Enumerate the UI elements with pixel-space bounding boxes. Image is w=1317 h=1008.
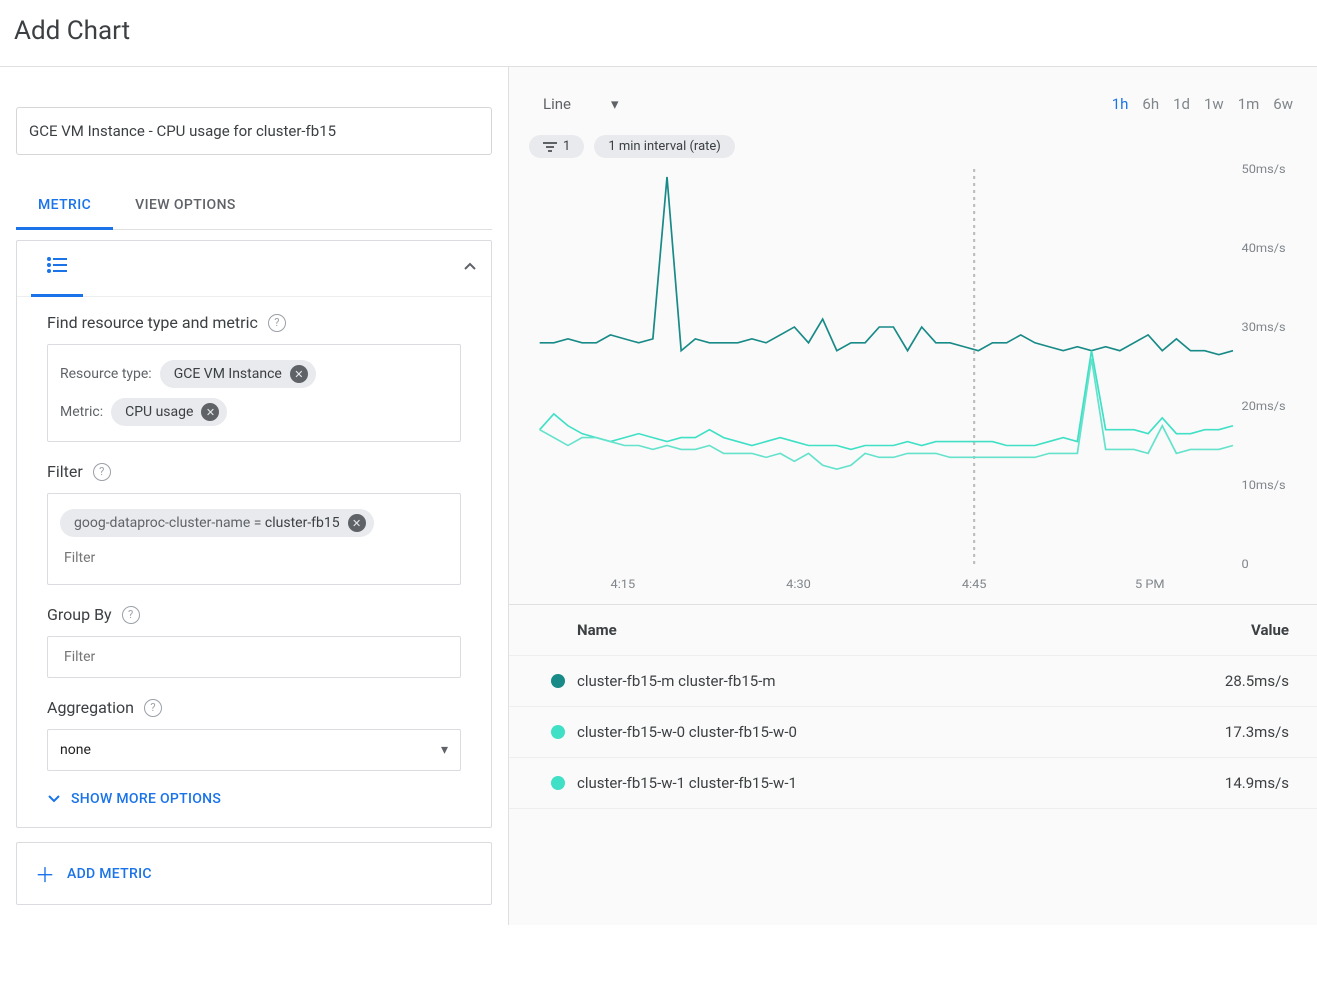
groupby-input[interactable]: [60, 641, 448, 673]
svg-text:20ms/s: 20ms/s: [1242, 399, 1286, 414]
legend-row-name: cluster-fb15-m cluster-fb15-m: [577, 672, 1179, 690]
legend-row-value: 14.9ms/s: [1179, 774, 1289, 792]
filter-chip-value: cluster-fb15: [265, 515, 340, 531]
help-icon[interactable]: ?: [144, 699, 162, 717]
legend-color-dot: [551, 725, 565, 739]
svg-text:4:30: 4:30: [786, 577, 811, 592]
help-icon[interactable]: ?: [93, 463, 111, 481]
show-more-options-button[interactable]: SHOW MORE OPTIONS: [47, 791, 461, 807]
svg-text:10ms/s: 10ms/s: [1242, 478, 1286, 493]
add-metric-button[interactable]: ＋ ADD METRIC: [16, 842, 492, 905]
legend-row[interactable]: cluster-fb15-w-0 cluster-fb15-w-0 17.3ms…: [509, 707, 1317, 758]
add-metric-label: ADD METRIC: [67, 866, 152, 882]
time-range-1h[interactable]: 1h: [1112, 95, 1129, 113]
collapse-card-button[interactable]: [463, 260, 477, 278]
svg-text:4:45: 4:45: [962, 577, 987, 592]
filter-title: Filter: [47, 462, 83, 481]
chart-type-select[interactable]: Line ▾: [533, 89, 629, 119]
find-resource-title: Find resource type and metric: [47, 313, 258, 332]
dropdown-arrow-icon: ▾: [441, 742, 448, 758]
time-range-picker: 1h 6h 1d 1w 1m 6w: [1112, 95, 1293, 113]
config-tabs: METRIC VIEW OPTIONS: [16, 183, 492, 230]
filter-count-value: 1: [563, 139, 570, 154]
chart-type-value: Line: [543, 95, 571, 113]
metric-label: Metric:: [60, 404, 103, 420]
chart-title-input[interactable]: [16, 107, 492, 155]
chip-remove-icon[interactable]: ✕: [290, 365, 308, 383]
list-icon: [47, 257, 67, 277]
svg-text:0: 0: [1242, 557, 1249, 572]
legend-row-value: 17.3ms/s: [1179, 723, 1289, 741]
resource-type-label: Resource type:: [60, 366, 152, 382]
legend-row[interactable]: cluster-fb15-m cluster-fb15-m 28.5ms/s: [509, 656, 1317, 707]
filter-input[interactable]: [60, 542, 448, 574]
metric-list-icon-tab[interactable]: [31, 241, 83, 297]
time-range-1m[interactable]: 1m: [1238, 95, 1260, 113]
svg-text:50ms/s: 50ms/s: [1242, 164, 1286, 177]
chevron-up-icon: [463, 260, 477, 274]
svg-text:30ms/s: 30ms/s: [1242, 320, 1286, 335]
aggregation-value: none: [60, 742, 91, 758]
dropdown-arrow-icon: ▾: [611, 95, 619, 113]
time-range-1w[interactable]: 1w: [1204, 95, 1224, 113]
svg-text:40ms/s: 40ms/s: [1242, 241, 1286, 256]
interval-pill[interactable]: 1 min interval (rate): [594, 135, 735, 158]
svg-text:4:15: 4:15: [611, 577, 636, 592]
legend-value-header: Value: [1179, 621, 1289, 639]
legend-row[interactable]: cluster-fb15-w-1 cluster-fb15-w-1 14.9ms…: [509, 758, 1317, 809]
groupby-title: Group By: [47, 605, 112, 624]
svg-text:5 PM: 5 PM: [1135, 577, 1165, 592]
chevron-down-icon: [47, 792, 61, 806]
help-icon[interactable]: ?: [122, 606, 140, 624]
legend-color-dot: [551, 674, 565, 688]
chip-label: GCE VM Instance: [174, 366, 282, 382]
time-range-6w[interactable]: 6w: [1273, 95, 1293, 113]
chip-remove-icon[interactable]: ✕: [348, 514, 366, 532]
aggregation-title: Aggregation: [47, 698, 134, 717]
legend-row-name: cluster-fb15-w-1 cluster-fb15-w-1: [577, 774, 1179, 792]
time-range-6h[interactable]: 6h: [1142, 95, 1159, 113]
legend-row-name: cluster-fb15-w-0 cluster-fb15-w-0: [577, 723, 1179, 741]
legend-table: Name Value cluster-fb15-m cluster-fb15-m…: [509, 604, 1317, 809]
page-title: Add Chart: [0, 0, 1317, 66]
show-more-label: SHOW MORE OPTIONS: [71, 791, 221, 807]
chip-label: CPU usage: [125, 404, 193, 420]
chart-canvas[interactable]: 0 10ms/s 20ms/s 30ms/s 40ms/s 50ms/s 4:15 4:30 4…: [529, 164, 1297, 594]
help-icon[interactable]: ?: [268, 314, 286, 332]
filter-count-pill[interactable]: 1: [529, 135, 584, 158]
plus-icon: ＋: [35, 859, 55, 888]
interval-label: 1 min interval (rate): [608, 139, 721, 154]
filter-chip-key: goog-dataproc-cluster-name =: [74, 515, 265, 531]
metric-chip[interactable]: CPU usage ✕: [111, 398, 227, 426]
time-range-1d[interactable]: 1d: [1173, 95, 1190, 113]
legend-color-dot: [551, 776, 565, 790]
filter-chip[interactable]: goog-dataproc-cluster-name = cluster-fb1…: [60, 509, 374, 537]
chip-remove-icon[interactable]: ✕: [201, 403, 219, 421]
legend-row-value: 28.5ms/s: [1179, 672, 1289, 690]
filter-icon: [543, 141, 557, 153]
metric-card: Find resource type and metric ? Resource…: [16, 240, 492, 828]
tab-metric[interactable]: METRIC: [16, 183, 113, 230]
aggregation-select[interactable]: none ▾: [47, 729, 461, 771]
resource-type-chip[interactable]: GCE VM Instance ✕: [160, 360, 316, 388]
legend-name-header: Name: [577, 621, 1179, 639]
tab-view-options[interactable]: VIEW OPTIONS: [113, 183, 258, 229]
